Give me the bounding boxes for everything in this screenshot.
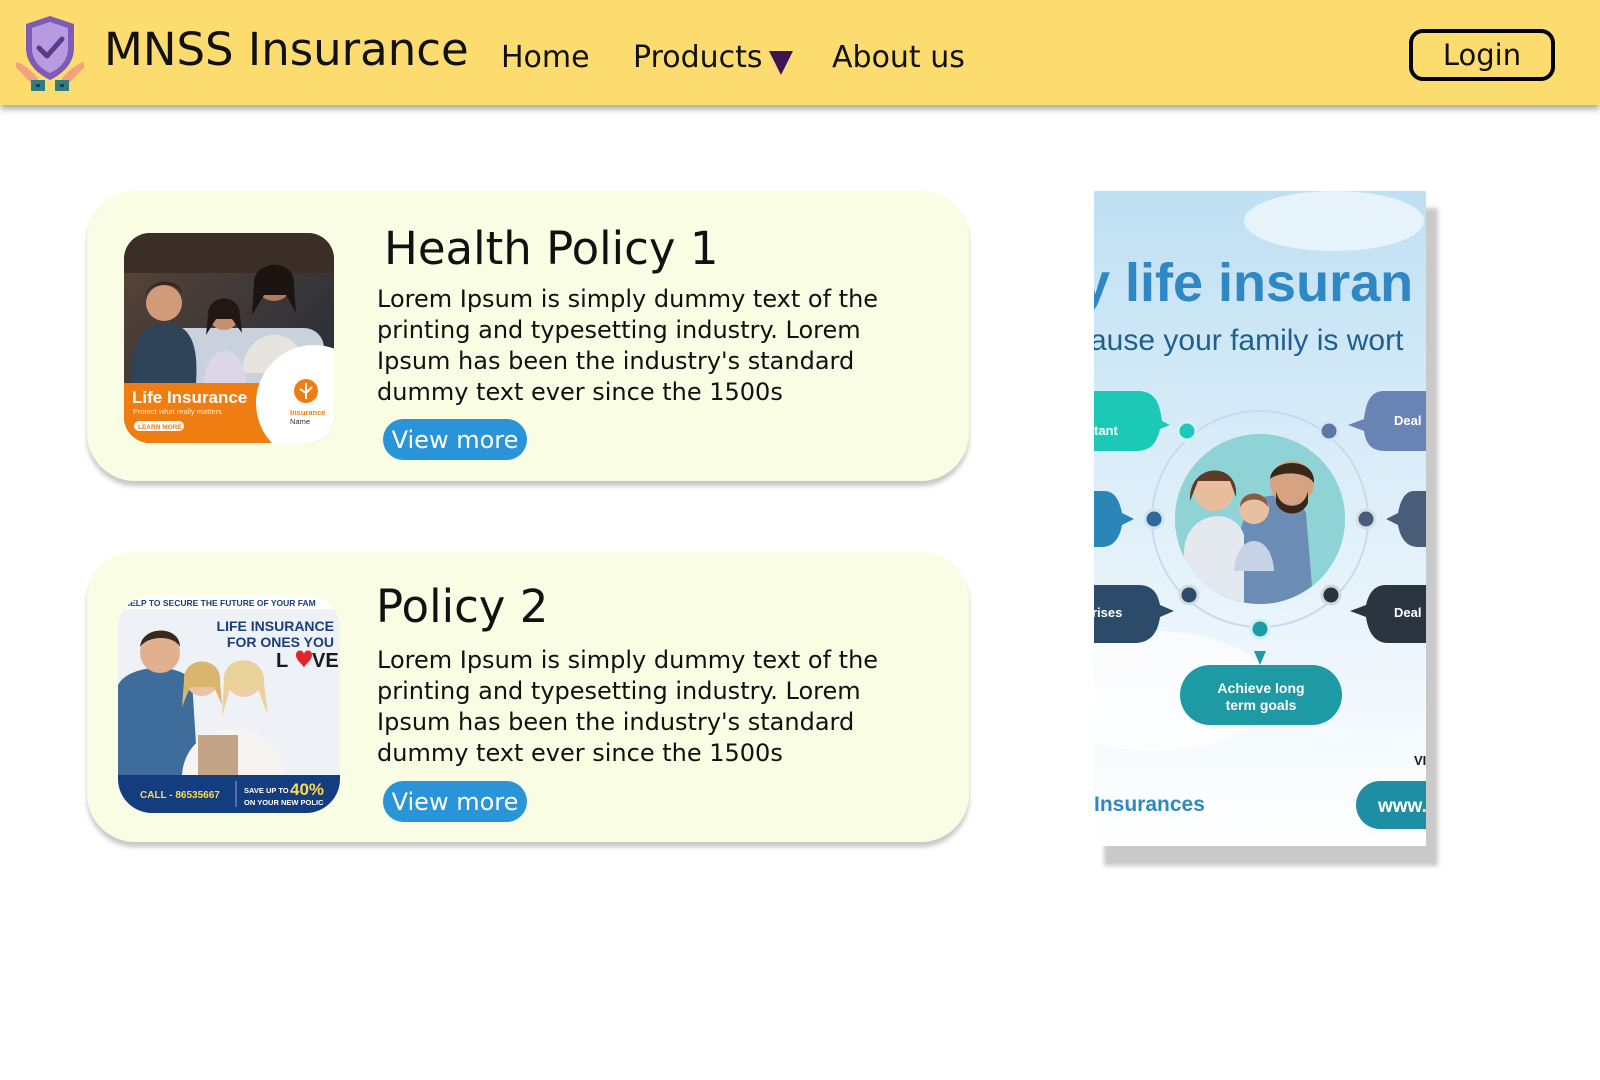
banner-logo-text-2: Name bbox=[290, 417, 310, 426]
shield-check-hands-icon[interactable] bbox=[14, 12, 86, 92]
ad-bubble-bottom-left: rises bbox=[1094, 605, 1122, 620]
policy-card: HELP TO SECURE THE FUTURE OF YOUR FAM LI… bbox=[87, 552, 969, 842]
policy-title: Policy 2 bbox=[376, 580, 549, 633]
banner-headline-3a: L bbox=[276, 650, 288, 672]
ad-side-text: VI bbox=[1414, 753, 1426, 768]
policy-title: Health Policy 1 bbox=[384, 222, 719, 275]
top-navbar: MNSS Insurance Home Products About us Lo… bbox=[0, 0, 1600, 105]
view-more-button[interactable]: View more bbox=[383, 781, 527, 822]
ad-goal-line-1: Achieve long bbox=[1217, 680, 1304, 696]
policy-description: Lorem Ipsum is simply dummy text of the … bbox=[377, 285, 879, 406]
banner-top-text: HELP TO SECURE THE FUTURE OF YOUR FAM bbox=[124, 598, 316, 608]
policy-description: Lorem Ipsum is simply dummy text of the … bbox=[377, 646, 879, 767]
banner-title: Life Insurance bbox=[132, 388, 247, 407]
banner-save-suffix: ON YOUR NEW POLIC bbox=[244, 798, 324, 807]
ad-headline: y life insuran bbox=[1094, 253, 1413, 313]
banner-cta: LEARN MORE bbox=[138, 424, 182, 431]
nav-about[interactable]: About us bbox=[832, 38, 965, 78]
banner-tagline: Protect what really matters bbox=[133, 407, 222, 416]
ad-subline: ause your family is wort bbox=[1094, 324, 1404, 357]
banner-headline-2: FOR ONES YOU bbox=[227, 634, 334, 650]
banner-save-value: 40% bbox=[290, 780, 324, 799]
ad-footer-right: www. bbox=[1377, 796, 1426, 817]
login-button[interactable]: Login bbox=[1409, 29, 1555, 81]
nav-home[interactable]: Home bbox=[501, 38, 590, 78]
caret-down-icon bbox=[768, 50, 793, 75]
banner-headline-3b: VE bbox=[312, 650, 339, 672]
brand-name[interactable]: MNSS Insurance bbox=[104, 22, 469, 78]
policy-card: Life Insurance Protect what really matte… bbox=[87, 191, 969, 481]
ad-bubble-top-left: tant bbox=[1094, 423, 1119, 438]
ad-goal-line-2: term goals bbox=[1226, 697, 1297, 713]
nav-products-dropdown[interactable]: Products bbox=[633, 38, 793, 78]
view-more-button[interactable]: View more bbox=[383, 419, 527, 460]
policy-image[interactable]: Life Insurance Protect what really matte… bbox=[124, 233, 334, 443]
nav-products-label: Products bbox=[633, 40, 763, 75]
advertisement-banner[interactable]: y life insuran ause your family is wort bbox=[1094, 191, 1426, 846]
banner-call: CALL - 86535667 bbox=[140, 790, 220, 801]
banner-save-prefix: SAVE UP TO bbox=[244, 786, 289, 795]
banner-logo-text-1: Insurance bbox=[290, 408, 325, 417]
ad-bubble-bottom-right: Deal bbox=[1394, 605, 1421, 620]
nav-home-label: Home bbox=[501, 40, 590, 75]
policy-image[interactable]: HELP TO SECURE THE FUTURE OF YOUR FAM LI… bbox=[118, 595, 340, 813]
ad-bubble-top-right: Deal bbox=[1394, 413, 1421, 428]
ad-footer-left: Insurances bbox=[1094, 793, 1205, 816]
banner-headline-1: LIFE INSURANCE bbox=[217, 618, 334, 634]
nav-about-label: About us bbox=[832, 40, 965, 75]
